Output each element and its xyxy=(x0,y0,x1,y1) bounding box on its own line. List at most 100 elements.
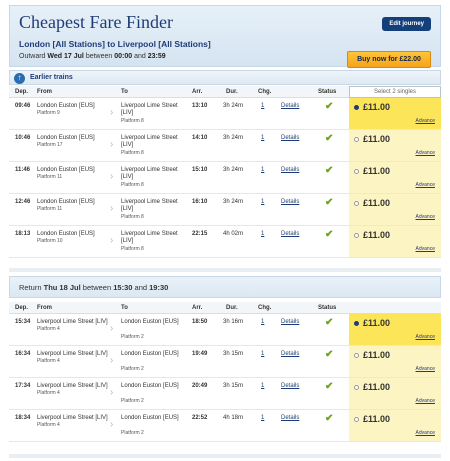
fare-type-link[interactable]: Advance xyxy=(416,118,435,124)
fare-option[interactable]: £11.00 Advance xyxy=(349,226,441,257)
changes-link[interactable]: 1 xyxy=(261,383,264,389)
fare-type-link[interactable]: Advance xyxy=(416,182,435,188)
buy-now-button[interactable]: Buy now for £22.00 xyxy=(347,51,431,68)
fare-radio[interactable] xyxy=(354,233,359,238)
destination-platform: Platform 2 xyxy=(121,398,144,404)
origin-station: London Euston [EUS] xyxy=(37,231,95,237)
fare-radio[interactable] xyxy=(354,417,359,422)
fare-radio[interactable] xyxy=(354,137,359,142)
details-link[interactable]: Details xyxy=(281,167,299,173)
fare-type-link[interactable]: Advance xyxy=(416,214,435,220)
details-link[interactable]: Details xyxy=(281,231,299,237)
origin-platform: Platform 4 xyxy=(37,358,60,364)
duration: 4h 02m xyxy=(223,231,244,237)
destination-station: Liverpool Lime Street [LIV] xyxy=(121,103,178,116)
details-link[interactable]: Details xyxy=(281,351,299,357)
departure-time: 11:46 xyxy=(15,167,31,173)
destination-station: London Euston [EUS] xyxy=(121,415,179,421)
fare-type-link[interactable]: Advance xyxy=(416,334,435,340)
status-check-icon: ✔ xyxy=(325,317,334,328)
fare-option[interactable]: £11.00 Advance xyxy=(349,378,441,409)
fare-option[interactable]: £11.00 Advance xyxy=(349,346,441,377)
details-link[interactable]: Details xyxy=(281,383,299,389)
duration: 4h 18m xyxy=(223,415,244,421)
fare-radio[interactable] xyxy=(354,201,359,206)
changes-link[interactable]: 1 xyxy=(261,319,264,325)
destination-platform: Platform 8 xyxy=(121,246,144,252)
fare-price: £11.00 xyxy=(363,414,391,424)
return-summary-bar: Return Thu 18 Jul between 15:30 and 19:3… xyxy=(9,276,441,298)
fare-option[interactable]: £11.00 Advance xyxy=(349,194,441,225)
changes-link[interactable]: 1 xyxy=(261,135,264,141)
table-row[interactable]: 17:34 Liverpool Lime Street [LIV] Platform… xyxy=(9,378,441,410)
table-row[interactable]: 15:34 Liverpool Lime Street [LIV] Platform… xyxy=(9,314,441,346)
table-row[interactable]: 10:46 London Euston [EUS] Platform 17 › Live… xyxy=(9,130,441,162)
details-link[interactable]: Details xyxy=(281,199,299,205)
destination-station: London Euston [EUS] xyxy=(121,351,179,357)
col-chg: Chg. xyxy=(258,89,272,95)
edit-journey-button[interactable]: Edit journey xyxy=(382,17,431,31)
details-link[interactable]: Details xyxy=(281,415,299,421)
section-divider xyxy=(9,268,441,272)
and-text: and xyxy=(134,53,146,60)
fare-type-link[interactable]: Advance xyxy=(416,398,435,404)
col-dep: Dep. xyxy=(15,89,29,95)
table-row[interactable]: 11:46 London Euston [EUS] Platform 11 › Live… xyxy=(9,162,441,194)
fare-radio[interactable] xyxy=(354,105,359,110)
fare-price: £11.00 xyxy=(363,382,391,392)
changes-link[interactable]: 1 xyxy=(261,415,264,421)
fare-type-link[interactable]: Advance xyxy=(416,246,435,252)
fare-radio[interactable] xyxy=(354,385,359,390)
outward-to-time: 23:59 xyxy=(147,53,166,60)
details-link[interactable]: Details xyxy=(281,135,299,141)
status-check-icon: ✔ xyxy=(325,133,334,144)
fare-type-link[interactable]: Advance xyxy=(416,366,435,372)
changes-link[interactable]: 1 xyxy=(261,199,264,205)
destination-station: Liverpool Lime Street [LIV] xyxy=(121,167,178,180)
changes-link[interactable]: 1 xyxy=(261,351,264,357)
status-check-icon: ✔ xyxy=(325,349,334,360)
origin-station: Liverpool Lime Street [LIV] xyxy=(37,415,108,421)
arrival-time: 22:52 xyxy=(192,415,208,421)
destination-platform: Platform 8 xyxy=(121,214,144,220)
table-row[interactable]: 18:34 Liverpool Lime Street [LIV] Platform… xyxy=(9,410,441,442)
changes-link[interactable]: 1 xyxy=(261,103,264,109)
details-link[interactable]: Details xyxy=(281,319,299,325)
fare-type-link[interactable]: Advance xyxy=(416,150,435,156)
outward-date: Wed 17 Jul xyxy=(47,53,84,60)
departure-time: 09:46 xyxy=(15,103,31,109)
earlier-trains-bar[interactable]: ↑ Earlier trains xyxy=(9,70,441,85)
changes-link[interactable]: 1 xyxy=(261,167,264,173)
earlier-trains-label: Earlier trains xyxy=(30,74,73,81)
fare-option[interactable]: £11.00 Advance xyxy=(349,130,441,161)
col-arr: Arr. xyxy=(192,89,203,95)
fare-radio[interactable] xyxy=(354,353,359,358)
destination-platform: Platform 2 xyxy=(121,366,144,372)
destination-station: Liverpool Lime Street [LIV] xyxy=(121,231,178,244)
section-divider xyxy=(9,454,441,458)
fare-type-link[interactable]: Advance xyxy=(416,430,435,436)
fare-price: £11.00 xyxy=(363,230,391,240)
fare-option[interactable]: £11.00 Advance xyxy=(349,98,441,129)
fare-price: £11.00 xyxy=(363,166,391,176)
return-from-time: 15:30 xyxy=(113,283,133,292)
table-row[interactable]: 18:13 London Euston [EUS] Platform 10 › Live… xyxy=(9,226,441,258)
duration: 3h 16m xyxy=(223,319,244,325)
fare-radio[interactable] xyxy=(354,321,359,326)
fare-radio[interactable] xyxy=(354,169,359,174)
details-link[interactable]: Details xyxy=(281,103,299,109)
col-dur: Dur. xyxy=(226,305,238,311)
col-status: Status xyxy=(318,305,337,311)
origin-platform: Platform 9 xyxy=(37,110,60,116)
table-header: Dep. From To Arr. Dur. Chg. Status Selec… xyxy=(9,86,441,98)
changes-link[interactable]: 1 xyxy=(261,231,264,237)
table-row[interactable]: 09:46 London Euston [EUS] Platform 9 › Liver… xyxy=(9,98,441,130)
route-summary: London [All Stations] to Liverpool [All … xyxy=(19,39,211,49)
col-dur: Dur. xyxy=(226,89,238,95)
fare-option[interactable]: £11.00 Advance xyxy=(349,410,441,441)
fare-option[interactable]: £11.00 Advance xyxy=(349,314,441,345)
table-row[interactable]: 12:46 London Euston [EUS] Platform 11 › Live… xyxy=(9,194,441,226)
table-row[interactable]: 16:34 Liverpool Lime Street [LIV] Platform… xyxy=(9,346,441,378)
status-check-icon: ✔ xyxy=(325,413,334,424)
fare-option[interactable]: £11.00 Advance xyxy=(349,162,441,193)
